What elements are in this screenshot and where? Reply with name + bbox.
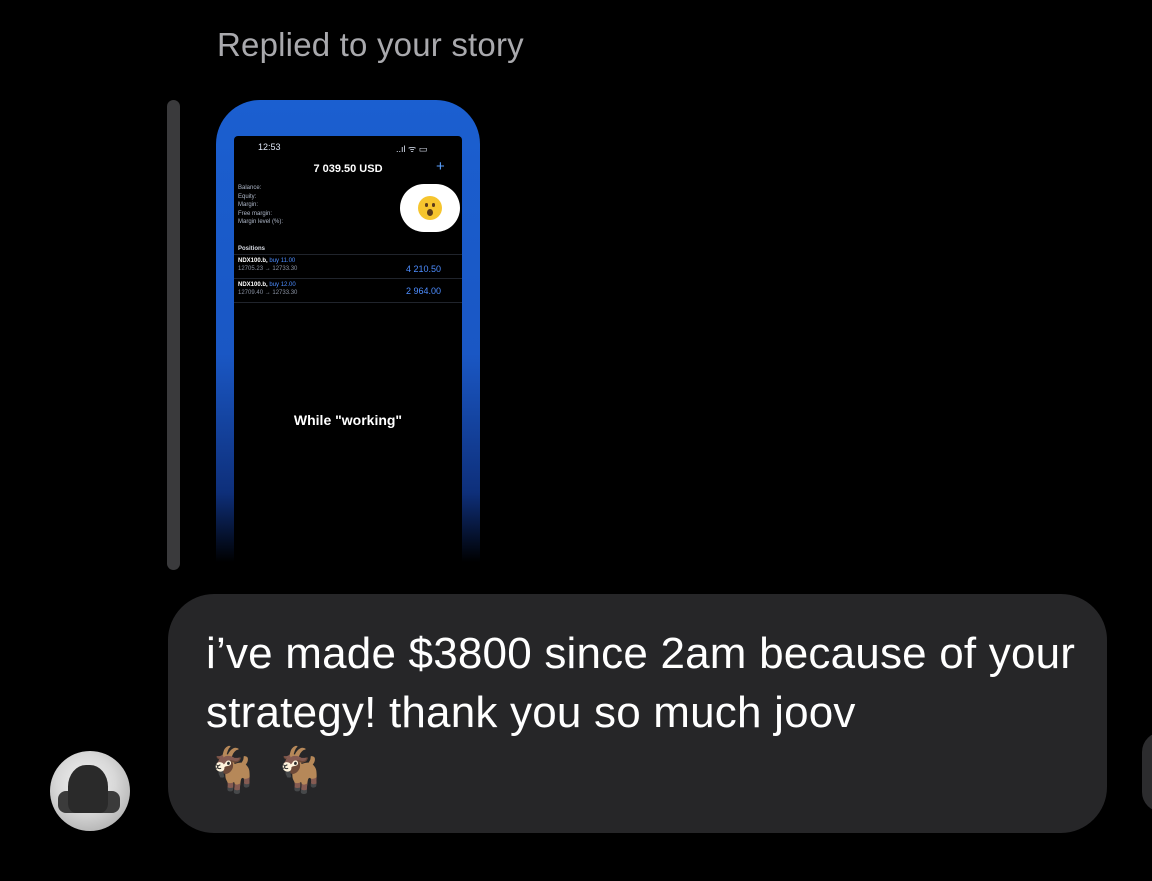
- story-caption: While "working": [293, 412, 403, 428]
- sender-avatar[interactable]: [50, 751, 130, 831]
- avatar-figure: [68, 765, 108, 813]
- position-row: NDX100.b, buy 11.00 12705.23 → 12733.30: [238, 257, 297, 273]
- account-field: Margin:: [238, 202, 259, 209]
- account-field: Equity:: [238, 193, 257, 200]
- story-signal-icon: ..ıl ᯤ ▭: [396, 144, 428, 154]
- story-thumbnail[interactable]: 12:53 ..ıl ᯤ ▭ 7 039.50 USD + Balance: E…: [216, 100, 480, 562]
- account-field: Balance:: [238, 185, 262, 191]
- position-profit: 2 964.00: [406, 286, 442, 296]
- reply-caption: Replied to your story: [217, 26, 524, 63]
- message-bubble[interactable]: i’ve made $3800 since 2am because of you…: [168, 594, 1107, 833]
- position-side: buy 12.00: [269, 282, 296, 288]
- divider: [234, 278, 462, 279]
- story-status-bar: 12:53 ..ıl ᯤ ▭: [216, 100, 480, 154]
- story-account-fields: Balance: Equity: Margin: Free margin: Ma…: [238, 184, 283, 227]
- account-field: Free margin:: [238, 210, 273, 217]
- eye: [425, 203, 428, 207]
- story-positions-header: Positions: [238, 246, 266, 252]
- position-symbol: NDX100.b,: [238, 258, 268, 264]
- mouth: [427, 209, 433, 216]
- story-reaction-bubble: [400, 184, 460, 232]
- divider: [234, 254, 462, 255]
- reply-indicator-bar: [167, 100, 180, 570]
- position-range: 12705.23 → 12733.30: [238, 266, 298, 272]
- account-field: Margin level (%):: [238, 219, 284, 226]
- position-range: 12709.40 → 12733.30: [238, 290, 298, 296]
- eye: [432, 203, 435, 207]
- message-text: i’ve made $3800 since 2am because of you…: [206, 629, 1076, 737]
- story-plus-icon: +: [436, 158, 445, 175]
- story-status-time: 12:53: [258, 142, 281, 152]
- share-button[interactable]: [1142, 732, 1152, 812]
- divider: [234, 302, 462, 303]
- position-side: buy 11.00: [269, 258, 296, 264]
- position-symbol: NDX100.b,: [238, 282, 268, 288]
- dm-thread: Replied to your story 12:53 ..ıl ᯤ ▭ 7 0…: [0, 0, 1152, 881]
- surprised-face-icon: [418, 196, 442, 220]
- position-row: NDX100.b, buy 12.00 12709.40 → 12733.30: [238, 281, 297, 297]
- position-profit: 4 210.50: [406, 264, 442, 274]
- goat-emoji-icons: 🐐 🐐: [206, 746, 328, 795]
